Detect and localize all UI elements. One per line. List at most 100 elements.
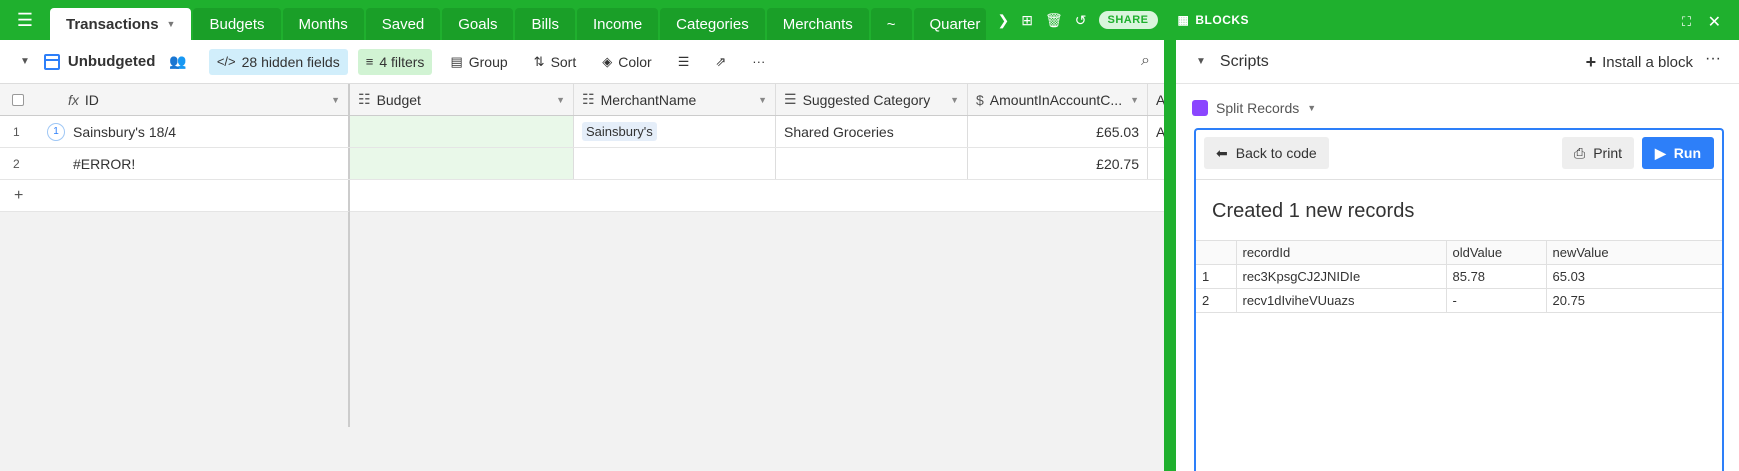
- table-row[interactable]: 2 #ERROR! £20.75: [0, 148, 1164, 180]
- comment-count-badge[interactable]: 1: [47, 122, 65, 141]
- group-label: Group: [468, 53, 508, 70]
- output-header-oldvalue: oldValue: [1445, 240, 1547, 265]
- script-block-icon: [1192, 100, 1208, 116]
- merchant-chip[interactable]: Sainsbury's: [582, 122, 657, 141]
- link-field-icon: ☷: [358, 91, 371, 107]
- cell-merchant[interactable]: [574, 148, 776, 179]
- main-area: ▼ Unbudgeted 👥 </> 28 hidden fields ≡ 4 …: [0, 40, 1164, 471]
- row-number: 2: [13, 156, 20, 171]
- hidden-fields-label: 28 hidden fields: [241, 53, 340, 70]
- link-field-icon: ☷: [582, 91, 595, 107]
- header-amount-left: $ AmountInAccountC...: [976, 92, 1122, 108]
- tab-goals[interactable]: Goals: [442, 8, 514, 40]
- sort-label: Sort: [550, 53, 577, 70]
- cell-budget[interactable]: [350, 116, 574, 147]
- block-selector[interactable]: Split Records ▼: [1192, 100, 1316, 116]
- cell-amount[interactable]: £20.75: [968, 148, 1148, 179]
- chevron-down-icon[interactable]: ▼: [167, 19, 176, 29]
- formula-icon: fx: [68, 91, 79, 108]
- chevron-down-icon: ▼: [1307, 103, 1317, 113]
- collaborators-icon[interactable]: 👥: [169, 53, 186, 70]
- header-merchant[interactable]: ☷ MerchantName ▼: [574, 84, 776, 115]
- output-header-recordid: recordId: [1235, 240, 1447, 265]
- chevron-down-icon[interactable]: ▼: [950, 95, 959, 105]
- tab-months[interactable]: Months: [282, 8, 364, 40]
- tab-categories[interactable]: Categories: [660, 8, 765, 40]
- tab-income[interactable]: Income: [576, 8, 659, 40]
- panel-divider[interactable]: [1164, 40, 1176, 471]
- hidden-fields-button[interactable]: </> 28 hidden fields: [208, 48, 348, 75]
- output-header-row: recordId oldValue newValue: [1196, 240, 1722, 265]
- print-button[interactable]: ⎙ Print: [1562, 137, 1634, 169]
- more-icon[interactable]: ···: [1705, 50, 1721, 68]
- close-icon[interactable]: ✕: [1708, 12, 1721, 32]
- more-options-button[interactable]: ···: [744, 49, 773, 75]
- chevron-down-icon[interactable]: ▼: [20, 56, 30, 67]
- header-row: fx ID ▼ ☷ Budget ▼ ☷ MerchantName ▼ ☰ Sugge…: [0, 84, 1164, 116]
- tab-tilde[interactable]: ~: [870, 8, 912, 40]
- cell-more[interactable]: [1148, 148, 1164, 179]
- view-name[interactable]: Unbudgeted: [68, 53, 156, 70]
- chevron-down-icon[interactable]: ▼: [1130, 95, 1139, 105]
- blocks-panel: ▼ Scripts + Install a block ··· Split Re…: [1176, 40, 1739, 471]
- header-more[interactable]: A: [1148, 84, 1164, 115]
- tab-merchants[interactable]: Merchants: [766, 8, 869, 40]
- menu-icon[interactable]: ☰: [0, 0, 50, 40]
- row-height-button[interactable]: ☰: [670, 49, 698, 75]
- header-id[interactable]: fx ID ▼: [0, 84, 350, 115]
- cell-id[interactable]: Sainsbury's 18/4: [72, 124, 348, 140]
- run-button[interactable]: ▶ Run: [1642, 137, 1714, 169]
- add-row-fill[interactable]: [350, 180, 1164, 212]
- cell-id[interactable]: #ERROR!: [72, 156, 348, 172]
- output-cell: -: [1445, 288, 1547, 313]
- tab-label: Transactions: [66, 15, 159, 33]
- cell-category[interactable]: Shared Groceries: [776, 116, 968, 147]
- table-row: 1 rec3KpsgCJ2JNIDIe 85.78 65.03: [1196, 264, 1722, 289]
- filters-button[interactable]: ≡ 4 filters: [357, 48, 433, 75]
- blocks-icon: ▦: [1177, 13, 1190, 27]
- header-category-left: ☰ Suggested Category: [784, 91, 930, 108]
- trash-icon[interactable]: 🗑: [1045, 12, 1063, 29]
- chevron-down-icon[interactable]: ▼: [758, 95, 767, 105]
- group-button[interactable]: ▤ Group: [442, 49, 515, 75]
- tab-bills[interactable]: Bills: [515, 8, 575, 40]
- cell-category[interactable]: [776, 148, 968, 179]
- header-amount[interactable]: $ AmountInAccountC... ▼: [968, 84, 1148, 115]
- share-view-button[interactable]: ⇗: [707, 49, 734, 75]
- cell-more[interactable]: Ap: [1148, 116, 1164, 147]
- add-record-button[interactable]: +: [0, 180, 350, 212]
- chevron-down-icon[interactable]: ▼: [1196, 56, 1206, 67]
- header-id-label-wrap: fx ID: [68, 92, 99, 108]
- select-all-checkbox[interactable]: [12, 93, 24, 106]
- chevron-down-icon[interactable]: ▼: [556, 95, 565, 105]
- column-header-id: ID: [84, 91, 99, 108]
- header-category[interactable]: ☰ Suggested Category ▼: [776, 84, 968, 115]
- frozen-column-divider: [0, 212, 350, 427]
- panel-title[interactable]: Scripts: [1220, 53, 1269, 71]
- row-primary: 1 1 Sainsbury's 18/4: [0, 116, 350, 147]
- cell-merchant[interactable]: Sainsbury's: [574, 116, 776, 147]
- tab-saved[interactable]: Saved: [365, 8, 441, 40]
- cell-amount[interactable]: £65.03: [968, 116, 1148, 147]
- chevron-down-icon[interactable]: ▼: [331, 95, 340, 105]
- tab-transactions[interactable]: Transactions ▼: [50, 8, 192, 40]
- add-table-icon[interactable]: ⊞: [1021, 12, 1033, 29]
- code-icon: </>: [216, 54, 236, 69]
- color-button[interactable]: ◈ Color: [594, 49, 659, 75]
- blocks-button[interactable]: ▦ BLOCKS: [1178, 13, 1250, 27]
- expand-icon[interactable]: ⛶: [1682, 14, 1691, 30]
- share-button[interactable]: SHARE: [1098, 11, 1158, 29]
- header-budget[interactable]: ☷ Budget ▼: [350, 84, 574, 115]
- printer-icon: ⎙: [1574, 144, 1586, 161]
- sort-button[interactable]: ⇅ Sort: [526, 49, 585, 75]
- chevron-right-icon[interactable]: ❯: [998, 12, 1010, 29]
- search-icon[interactable]: ⌕: [1141, 52, 1150, 70]
- back-to-code-button[interactable]: ⬅ Back to code: [1204, 137, 1329, 169]
- table-row[interactable]: 1 1 Sainsbury's 18/4 Sainsbury's Shared …: [0, 116, 1164, 148]
- history-icon[interactable]: ↺: [1075, 12, 1087, 29]
- tab-quarter[interactable]: Quarter: [913, 8, 986, 40]
- row-number: 1: [13, 124, 20, 139]
- install-block-button[interactable]: + Install a block: [1586, 52, 1693, 73]
- tab-budgets[interactable]: Budgets: [193, 8, 281, 40]
- cell-budget[interactable]: [350, 148, 574, 179]
